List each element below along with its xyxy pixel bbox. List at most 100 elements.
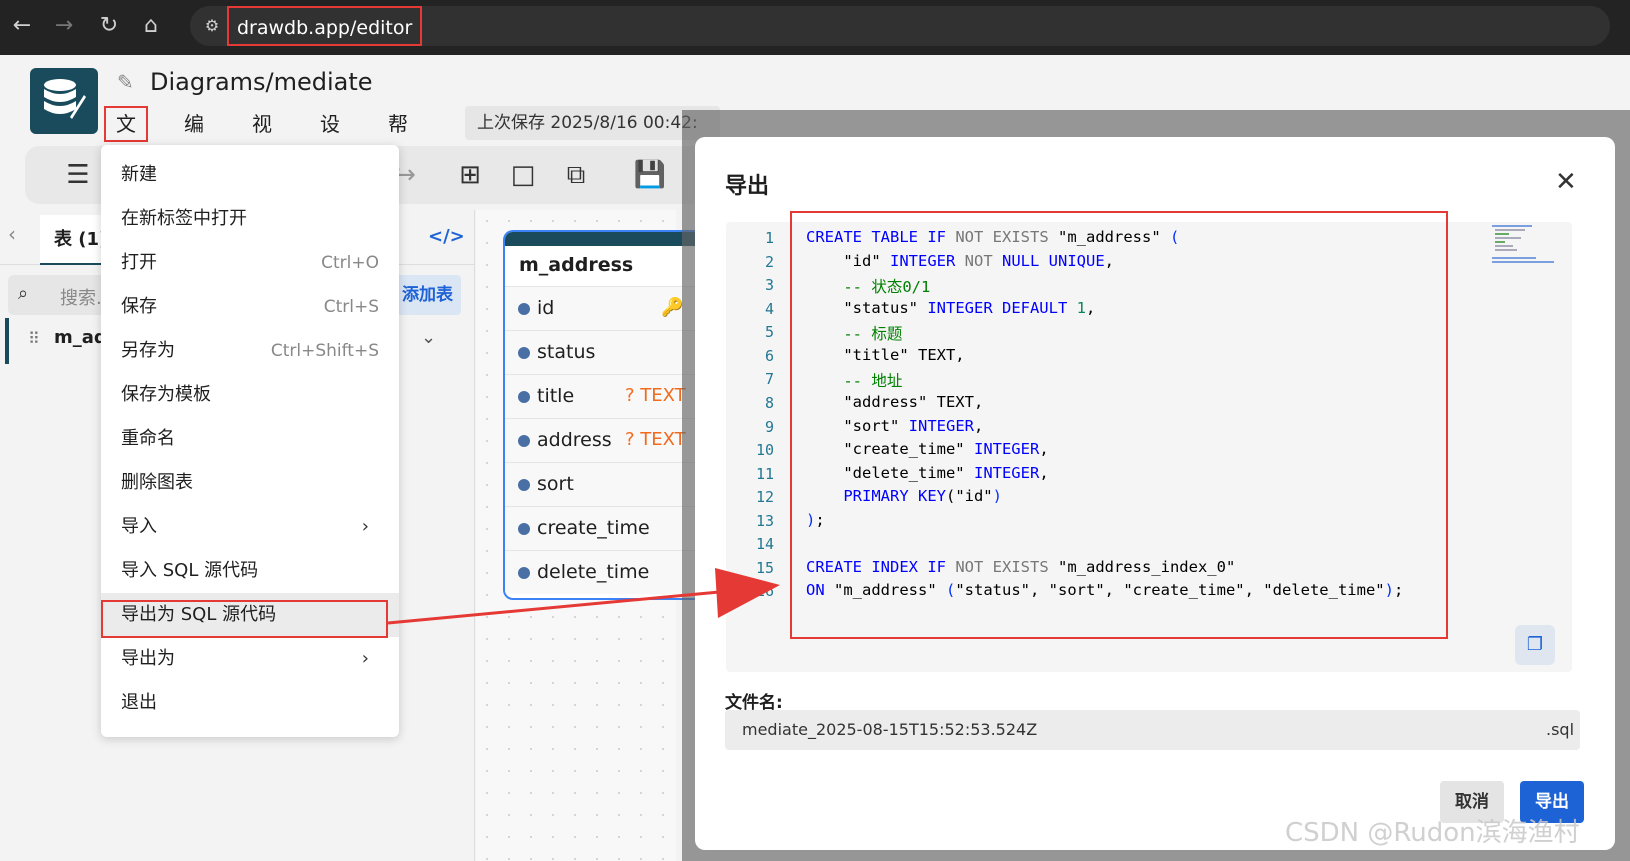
field-name: delete_time — [537, 561, 650, 583]
filename-value[interactable]: mediate_2025-08-15T15:52:53.524Z — [742, 720, 1037, 739]
menu-item-save-as[interactable]: 另存为 Ctrl+Shift+S — [101, 329, 399, 373]
table-row[interactable]: delete_time — [505, 550, 701, 594]
filename-extension: .sql — [1546, 720, 1575, 739]
line-number: 6 — [764, 347, 774, 365]
table-row[interactable]: title ? TEXT — [505, 374, 701, 418]
search-icon: ⌕ — [18, 283, 29, 304]
field-name: title — [537, 385, 575, 407]
site-info-icon[interactable]: ⚙ — [200, 14, 224, 38]
menu-item-new[interactable]: 新建 — [101, 153, 399, 197]
field-name: status — [537, 341, 596, 363]
field-dot[interactable] — [518, 347, 530, 359]
add-note-icon[interactable]: ⧉ — [556, 155, 596, 195]
line-number: 2 — [764, 253, 774, 271]
line-number: 8 — [764, 394, 774, 412]
field-name: id — [537, 297, 555, 319]
line-number: 16 — [755, 582, 774, 600]
menu-item-rename[interactable]: 重命名 — [101, 417, 399, 461]
chevron-down-icon[interactable]: ⌄ — [421, 327, 436, 348]
code-minimap[interactable] — [1492, 225, 1554, 265]
line-number: 11 — [755, 465, 774, 483]
table-node[interactable]: m_address id 🔑 status title ? TEXT addre… — [503, 230, 703, 600]
copy-icon[interactable]: ❐ — [1515, 625, 1555, 665]
menu-view[interactable]: 视图 — [242, 106, 282, 172]
menu-item-label: 保存 — [121, 296, 157, 317]
close-icon[interactable]: ✕ — [1555, 167, 1577, 197]
field-dot[interactable] — [518, 479, 530, 491]
menu-item-label: 打开 — [121, 252, 157, 273]
chevron-left-icon[interactable]: ‹ — [8, 222, 16, 246]
field-dot[interactable] — [518, 391, 530, 403]
menu-item-label: 新建 — [121, 164, 157, 185]
menu-item-label: 在新标签中打开 — [121, 208, 247, 229]
menu-item-label: 导入 SQL 源代码 — [121, 560, 259, 581]
layout-icon[interactable]: ☰ — [58, 155, 98, 195]
back-icon[interactable]: ← — [6, 10, 38, 42]
drag-handle-icon[interactable]: ⠿ — [28, 329, 40, 348]
table-row[interactable]: id 🔑 — [505, 286, 701, 330]
diagram-edit-icon: ✎ — [117, 70, 134, 94]
line-number: 14 — [755, 535, 774, 553]
field-type: ? TEXT — [625, 385, 686, 406]
line-number: 9 — [764, 418, 774, 436]
menu-item-label: 另存为 — [121, 340, 175, 361]
menu-item-label: 删除图表 — [121, 472, 193, 493]
table-row[interactable]: sort — [505, 462, 701, 506]
menu-item-save-as-template[interactable]: 保存为模板 — [101, 373, 399, 417]
field-dot[interactable] — [518, 523, 530, 535]
field-dot[interactable] — [518, 567, 530, 579]
field-dot[interactable] — [518, 303, 530, 315]
table-row[interactable]: status — [505, 330, 701, 374]
diagram-title[interactable]: Diagrams/mediate — [150, 68, 373, 96]
reload-icon[interactable]: ↻ — [93, 10, 125, 42]
code-icon[interactable]: </> — [428, 222, 465, 252]
menu-item-save[interactable]: 保存 Ctrl+S — [101, 285, 399, 329]
menu-item-shortcut: Ctrl+Shift+S — [270, 341, 379, 361]
menu-item-open-new-tab[interactable]: 在新标签中打开 — [101, 197, 399, 241]
menu-item-import[interactable]: 导入 › — [101, 505, 399, 549]
table-row[interactable]: create_time — [505, 506, 701, 550]
drawdb-logo[interactable] — [30, 68, 98, 134]
menu-help[interactable]: 帮助 — [378, 106, 418, 172]
menu-item-label: 重命名 — [121, 428, 175, 449]
minimap-lines — [1492, 225, 1554, 263]
save-icon[interactable]: 💾 — [630, 155, 670, 195]
forward-icon[interactable]: → — [48, 10, 80, 42]
field-dot[interactable] — [518, 435, 530, 447]
add-table-button[interactable]: 添加表 — [393, 275, 461, 315]
menu-item-label: 导入 — [121, 516, 157, 537]
modal-title: 导出 — [725, 174, 770, 199]
field-type: ? TEXT — [625, 429, 686, 450]
tab-tables[interactable]: 表 (1) — [40, 215, 108, 265]
line-number: 1 — [764, 229, 774, 247]
add-table-icon[interactable]: ⊞ — [450, 155, 490, 195]
menu-settings[interactable]: 设置 — [310, 106, 350, 172]
menu-item-open[interactable]: 打开 Ctrl+O — [101, 241, 399, 285]
menu-item-shortcut: Ctrl+S — [323, 297, 379, 317]
field-name: create_time — [537, 517, 650, 539]
line-number: 7 — [764, 370, 774, 388]
file-menu-dropdown: 新建 在新标签中打开 打开 Ctrl+O 保存 Ctrl+S 另存为 Ctrl+Shi… — [101, 145, 399, 737]
menu-item-import-sql[interactable]: 导入 SQL 源代码 — [101, 549, 399, 593]
field-name: sort — [537, 473, 574, 495]
menu-item-label: 保存为模板 — [121, 384, 211, 405]
table-node-title: m_address — [519, 254, 634, 276]
menu-edit[interactable]: 编辑 — [174, 106, 214, 172]
menu-item-exit[interactable]: 退出 — [101, 681, 399, 725]
add-area-icon[interactable]: □ — [503, 155, 543, 195]
chevron-right-icon: › — [361, 648, 369, 669]
menu-item-label: 导出为 — [121, 648, 175, 669]
menu-item-delete-diagram[interactable]: 删除图表 — [101, 461, 399, 505]
url-text[interactable]: drawdb.app/editor — [227, 6, 423, 46]
watermark: CSDN @Rudon滨海渔村 — [1285, 818, 1580, 848]
chevron-right-icon: › — [361, 516, 369, 537]
line-number: 12 — [755, 488, 774, 506]
menu-item-export-as[interactable]: 导出为 › — [101, 637, 399, 681]
menu-file[interactable]: 文件 — [104, 106, 148, 168]
home-icon[interactable]: ⌂ — [135, 10, 167, 42]
menu-item-shortcut: Ctrl+O — [321, 253, 379, 273]
line-number: 10 — [755, 441, 774, 459]
field-name: address — [537, 429, 612, 451]
table-row[interactable]: address ? TEXT — [505, 418, 701, 462]
key-icon: 🔑 — [661, 297, 684, 318]
